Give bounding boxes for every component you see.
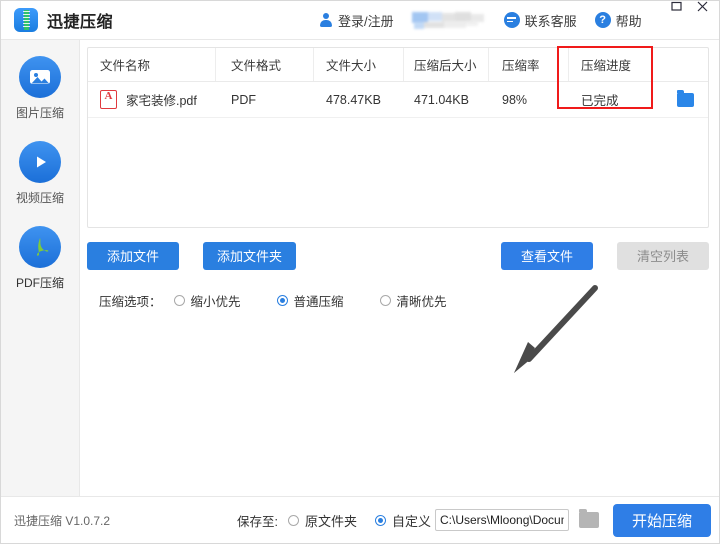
column-header-compressed-size: 压缩后大小 <box>404 48 489 81</box>
table-empty-area <box>88 118 708 227</box>
app-window: 迅捷压缩 登录/注册 联系客服 ? 帮助 图片压缩 视频压缩 PDF压缩 文件名… <box>0 0 720 544</box>
table-header-row: 文件名称 文件格式 文件大小 压缩后大小 压缩率 压缩进度 <box>88 48 708 82</box>
censored-region <box>411 11 484 29</box>
radio-normal-compress[interactable] <box>276 295 288 306</box>
main-content: 文件名称 文件格式 文件大小 压缩后大小 压缩率 压缩进度 家宅装修.pdf P… <box>80 40 719 496</box>
help-button[interactable]: ? 帮助 <box>594 11 642 30</box>
column-header-actions <box>659 48 708 81</box>
save-option-label: 原文件夹 <box>304 513 357 529</box>
title-bar: 迅捷压缩 登录/注册 联系客服 ? 帮助 <box>1 1 719 40</box>
cell-compressed-size: 471.04KB <box>414 92 469 107</box>
option-clarity-first[interactable]: 清晰优先 <box>379 291 447 310</box>
pdf-icon <box>19 226 61 268</box>
app-logo-icon <box>14 8 38 32</box>
start-compress-button[interactable]: 开始压缩 <box>613 503 711 537</box>
app-body: 图片压缩 视频压缩 PDF压缩 文件名称 文件格式 文件大小 压缩后大小 压缩率… <box>1 40 719 496</box>
cell-compress-rate: 98% <box>502 92 528 107</box>
chat-icon <box>503 12 520 28</box>
add-file-button[interactable]: 添加文件 <box>87 241 179 270</box>
sidebar-item-label: 视频压缩 <box>15 191 64 205</box>
sidebar-item-label: 图片压缩 <box>15 106 64 120</box>
cell-row-actions: ✕ <box>659 82 708 117</box>
header-tools: 登录/注册 联系客服 ? 帮助 <box>319 1 660 39</box>
version-label: 迅捷压缩 V1.0.7.2 <box>14 513 111 528</box>
browse-folder-icon[interactable] <box>579 508 599 528</box>
save-option-label: 自定义 <box>391 513 431 529</box>
radio-clarity-first[interactable] <box>379 295 391 306</box>
cell-file-format: PDF <box>231 92 256 107</box>
close-button[interactable] <box>689 1 715 12</box>
action-bar: 添加文件 添加文件夹 查看文件 清空列表 <box>87 228 709 284</box>
column-header-compress-progress: 压缩进度 <box>581 59 632 73</box>
maximize-button[interactable] <box>663 1 689 12</box>
login-register-button[interactable]: 登录/注册 <box>319 11 394 30</box>
app-title: 迅捷压缩 <box>47 14 114 31</box>
user-icon <box>319 13 333 27</box>
sidebar-item-label: PDF压缩 <box>15 276 64 290</box>
play-icon <box>19 141 61 183</box>
cell-file-size: 478.47KB <box>326 92 381 107</box>
option-label: 清晰优先 <box>396 295 447 309</box>
help-label: 帮助 <box>615 13 642 29</box>
window-controls <box>663 1 715 12</box>
sidebar-item-image-compress[interactable]: 图片压缩 <box>1 56 79 121</box>
cell-compress-progress: 已完成 <box>581 94 619 108</box>
compress-options-label: 压缩选项： <box>99 295 162 309</box>
radio-custom[interactable] <box>374 514 386 526</box>
content-filler <box>87 318 709 497</box>
brand: 迅捷压缩 <box>14 8 113 32</box>
save-option-original-folder[interactable]: 原文件夹 <box>287 511 357 530</box>
save-location-group: 保存至: 原文件夹 自定义 开始压缩 <box>236 503 711 537</box>
close-icon <box>697 1 707 12</box>
sidebar-item-pdf-compress[interactable]: PDF压缩 <box>1 226 79 291</box>
save-option-custom[interactable]: 自定义 <box>374 511 431 530</box>
contact-service-button[interactable]: 联系客服 <box>503 11 577 30</box>
maximize-icon <box>670 1 682 11</box>
image-icon <box>19 56 61 98</box>
file-name-text: 家宅装修.pdf <box>126 94 197 108</box>
column-header-file-name: 文件名称 <box>88 48 216 81</box>
option-smaller-first[interactable]: 缩小优先 <box>173 291 241 310</box>
radio-smaller-first[interactable] <box>173 295 185 306</box>
pdf-file-icon <box>100 90 117 109</box>
file-table: 文件名称 文件格式 文件大小 压缩后大小 压缩率 压缩进度 家宅装修.pdf P… <box>87 47 709 228</box>
add-folder-button[interactable]: 添加文件夹 <box>203 241 297 270</box>
compress-options: 压缩选项： 缩小优先 普通压缩 清晰优先 <box>87 284 709 318</box>
cell-file-name: 家宅装修.pdf <box>88 82 216 117</box>
footer-bar: 迅捷压缩 V1.0.7.2 保存至: 原文件夹 自定义 开始压缩 <box>1 496 719 543</box>
column-header-file-size: 文件大小 <box>314 48 404 81</box>
sidebar: 图片压缩 视频压缩 PDF压缩 <box>1 40 80 496</box>
sidebar-item-video-compress[interactable]: 视频压缩 <box>1 141 79 206</box>
save-to-label: 保存至: <box>236 514 278 529</box>
option-label: 缩小优先 <box>190 295 241 309</box>
save-path-input[interactable] <box>435 509 569 531</box>
view-file-button[interactable]: 查看文件 <box>501 241 593 270</box>
help-icon: ? <box>594 12 611 28</box>
clear-list-button[interactable]: 清空列表 <box>617 241 709 270</box>
radio-original-folder[interactable] <box>287 514 299 526</box>
column-header-compress-rate: 压缩率 <box>489 48 569 81</box>
option-normal-compress[interactable]: 普通压缩 <box>276 291 344 310</box>
option-label: 普通压缩 <box>293 295 344 309</box>
contact-service-label: 联系客服 <box>524 13 577 29</box>
open-folder-icon[interactable] <box>677 89 694 107</box>
table-row[interactable]: 家宅装修.pdf PDF 478.47KB 471.04KB 98% 已完成 ✕ <box>88 82 708 118</box>
login-register-label: 登录/注册 <box>338 13 394 29</box>
column-header-file-format: 文件格式 <box>216 48 314 81</box>
